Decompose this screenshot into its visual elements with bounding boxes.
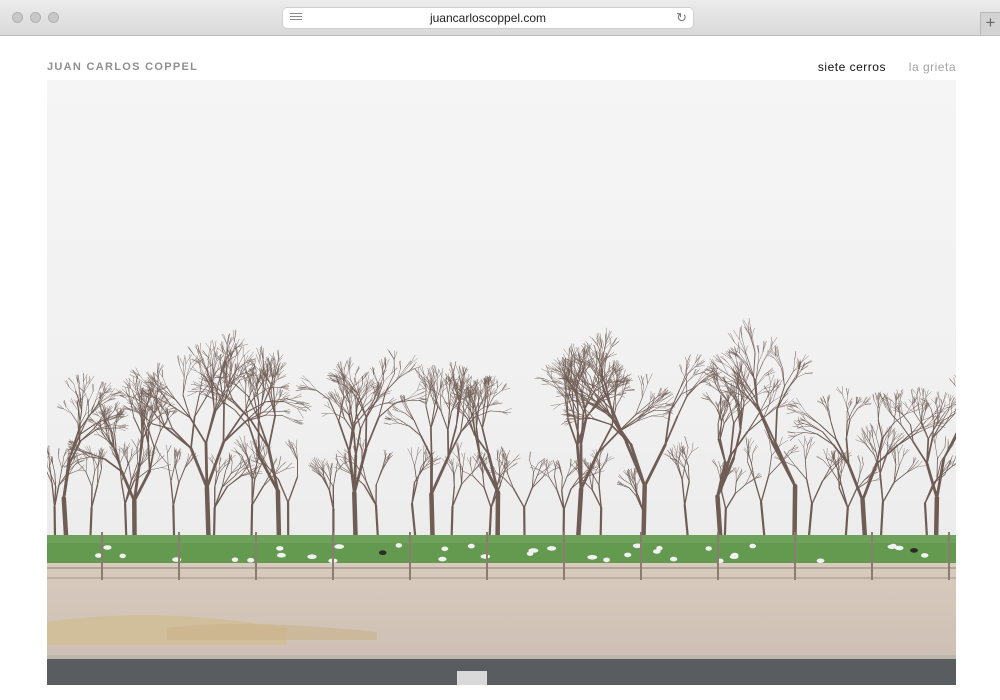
address-bar[interactable]: juancarloscoppel.com ↻ <box>283 8 693 28</box>
nav-item-siete-cerros[interactable]: siete cerros <box>818 60 886 74</box>
nav-item-la-grieta[interactable]: la grieta <box>909 60 956 74</box>
sky <box>47 80 956 550</box>
plus-icon: + <box>985 13 996 32</box>
new-tab-button[interactable]: + <box>980 12 1000 35</box>
close-window-button[interactable] <box>12 12 23 23</box>
zoom-window-button[interactable] <box>48 12 59 23</box>
browser-toolbar: juancarloscoppel.com ↻ + <box>0 0 1000 36</box>
site-title[interactable]: JUAN CARLOS COPPEL <box>47 61 198 73</box>
browser-window: juancarloscoppel.com ↻ + JUAN CARLOS COP… <box>0 0 1000 700</box>
reload-icon[interactable]: ↻ <box>676 11 687 25</box>
road <box>47 655 956 685</box>
orchard-photo[interactable] <box>47 80 956 685</box>
minimize-window-button[interactable] <box>30 12 41 23</box>
lane-marking <box>457 671 487 685</box>
url-text: juancarloscoppel.com <box>429 11 547 25</box>
site-nav: siete cerros la grieta <box>799 60 956 74</box>
